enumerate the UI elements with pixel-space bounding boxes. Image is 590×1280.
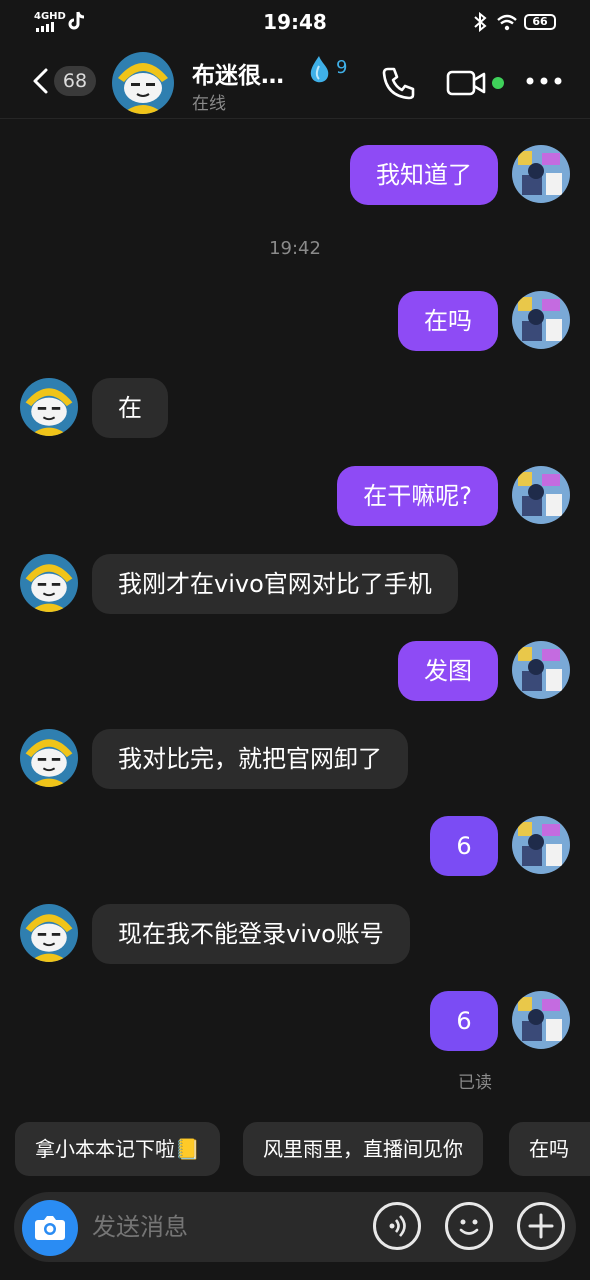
contact-avatar[interactable] — [20, 729, 78, 787]
quick-reply-chip[interactable]: 风里雨里，直播间见你 — [243, 1122, 483, 1176]
contact-status: 在线 — [192, 94, 226, 114]
emoji-icon — [459, 1219, 479, 1235]
video-call-icon[interactable] — [446, 68, 486, 98]
back-arrow-icon[interactable] — [28, 66, 52, 96]
sent-message[interactable]: 发图 — [398, 641, 498, 701]
contact-avatar[interactable] — [20, 904, 78, 962]
streak-count: 9 — [336, 57, 348, 78]
received-message[interactable]: 现在我不能登录vivo账号 — [92, 904, 410, 964]
contact-avatar[interactable] — [20, 378, 78, 436]
contact-name[interactable]: 布迷很… — [192, 56, 284, 90]
unread-count-badge[interactable]: 68 — [54, 66, 96, 96]
water-drop-icon[interactable] — [306, 54, 332, 84]
sent-message[interactable]: 6 — [430, 991, 498, 1051]
battery-icon: 66 — [524, 14, 556, 30]
quick-reply-chip[interactable]: 在吗 — [509, 1122, 590, 1176]
contact-avatar[interactable] — [20, 554, 78, 612]
my-avatar[interactable] — [512, 641, 570, 699]
my-avatar[interactable] — [512, 466, 570, 524]
sent-message[interactable]: 在干嘛呢? — [337, 466, 498, 526]
received-message[interactable]: 我刚才在vivo官网对比了手机 — [92, 554, 458, 614]
timestamp: 19:42 — [269, 238, 321, 259]
sent-message[interactable]: 我知道了 — [350, 145, 498, 205]
my-avatar[interactable] — [512, 816, 570, 874]
contact-avatar[interactable] — [112, 52, 174, 114]
chat-header: 68 布迷很… 在线 9 — [0, 44, 590, 119]
camera-icon — [35, 1216, 65, 1240]
received-message[interactable]: 我对比完，就把官网卸了 — [92, 729, 408, 789]
status-bar: 4GHD 19:48 66 — [0, 0, 590, 44]
my-avatar[interactable] — [512, 291, 570, 349]
received-message[interactable]: 在 — [92, 378, 168, 438]
phone-call-icon[interactable] — [380, 64, 418, 102]
camera-button[interactable] — [22, 1200, 78, 1256]
wifi-icon — [497, 14, 517, 31]
add-button[interactable] — [517, 1202, 565, 1250]
online-indicator — [492, 77, 504, 89]
bluetooth-icon — [474, 12, 487, 32]
quick-reply-chip[interactable]: 拿小本本记下啦📒 — [15, 1122, 220, 1176]
read-receipt: 已读 — [458, 1073, 492, 1093]
sent-message[interactable]: 在吗 — [398, 291, 498, 351]
emoji-button[interactable] — [445, 1202, 493, 1250]
sent-message[interactable]: 6 — [430, 816, 498, 876]
plus-icon — [528, 1213, 554, 1239]
message-input[interactable] — [90, 1212, 364, 1242]
my-avatar[interactable] — [512, 991, 570, 1049]
voice-button[interactable] — [373, 1202, 421, 1250]
voice-icon — [389, 1215, 406, 1237]
my-avatar[interactable] — [512, 145, 570, 203]
more-options-icon[interactable] — [524, 74, 564, 88]
